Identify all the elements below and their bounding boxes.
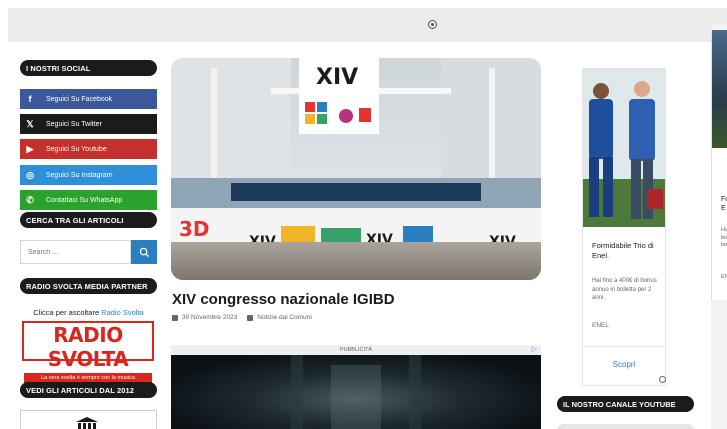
whatsapp-icon: ✆ bbox=[26, 194, 34, 205]
facebook-icon: f bbox=[28, 94, 32, 104]
search-button[interactable] bbox=[131, 240, 157, 264]
facebook-label: Seguici Su Facebook bbox=[46, 95, 113, 103]
adchoices-icon[interactable] bbox=[659, 376, 666, 383]
search-icon bbox=[139, 247, 149, 257]
radio-svolta-logo[interactable]: RADIO SVOLTA La vera svolta è sempre con… bbox=[22, 321, 154, 383]
enel-ad-card[interactable] bbox=[582, 68, 666, 386]
search-header: CERCA TRA GLI ARTICOLI bbox=[20, 212, 157, 228]
ad-label-text: PUBBLICITÀ bbox=[339, 347, 373, 353]
twitter-label: Seguici Su Twitter bbox=[46, 120, 102, 128]
x-twitter-icon: 𝕏 bbox=[26, 118, 34, 129]
youtube-label: Seguici Su Youtube bbox=[46, 145, 107, 153]
archive-widget[interactable] bbox=[20, 410, 157, 429]
banner-xiv: XIV bbox=[316, 65, 358, 90]
youtube-icon: ▶ bbox=[26, 143, 34, 154]
congress-hall-photo: XIV 3D XIV XIV XIV bbox=[171, 58, 541, 280]
partner-intro: Clicca per ascoltare Radio Svolta bbox=[20, 308, 157, 317]
video-ad[interactable] bbox=[171, 355, 541, 429]
enel-ad-brand: ENEL bbox=[592, 322, 609, 329]
side-ad-image bbox=[712, 30, 727, 148]
partner-header: RADIO SVOLTA MEDIA PARTNER bbox=[20, 278, 157, 294]
facebook-button[interactable]: f Seguici Su Facebook bbox=[20, 89, 157, 109]
youtube-embed[interactable] bbox=[557, 424, 694, 429]
whatsapp-label: Contattaci Su WhatsApp bbox=[46, 196, 123, 204]
ad-label: PUBBLICITÀ ▷ bbox=[171, 345, 541, 355]
scopri-button[interactable]: Scopri bbox=[582, 360, 666, 369]
twitter-button[interactable]: 𝕏 Seguici Su Twitter bbox=[20, 114, 157, 134]
enel-ad-title[interactable]: Formidabile Trio di Enel. bbox=[592, 241, 662, 261]
top-ad-banner[interactable] bbox=[8, 8, 727, 42]
side-ad-title: FoE bbox=[721, 196, 727, 212]
search-input[interactable] bbox=[20, 240, 131, 264]
article-title[interactable]: XIV congresso nazionale IGIBD bbox=[172, 291, 395, 308]
youtube-button[interactable]: ▶ Seguici Su Youtube bbox=[20, 139, 157, 159]
svg-text:3D: 3D bbox=[179, 217, 210, 241]
side-ad-brand: EN bbox=[721, 274, 727, 280]
side-ad-card[interactable]: FoE Habobo EN bbox=[711, 30, 727, 300]
enel-ad-image bbox=[583, 69, 665, 227]
adchoices-icon[interactable] bbox=[428, 20, 437, 29]
search-form bbox=[20, 240, 157, 264]
article-date: 30 Novembre 2023 bbox=[182, 314, 238, 321]
enel-ad-description: Hai fino a 400€ di bonus annuo in bollet… bbox=[592, 278, 657, 301]
calendar-icon bbox=[172, 314, 178, 321]
side-ad-description: Habobo bbox=[721, 227, 727, 248]
folder-icon bbox=[247, 314, 254, 321]
radio-logo-text: RADIO SVOLTA bbox=[47, 323, 129, 371]
bank-icon bbox=[76, 417, 98, 429]
youtube-channel-header: IL NOSTRO CANALE YOUTUBE bbox=[557, 396, 694, 412]
adchoices-play-icon[interactable]: ▷ bbox=[532, 346, 537, 354]
article-hero-image[interactable]: XIV 3D XIV XIV XIV bbox=[171, 58, 541, 280]
whatsapp-button[interactable]: ✆ Contattaci Su WhatsApp bbox=[20, 190, 157, 210]
article-meta: 30 Novembre 2023 Notizie dai Comuni bbox=[172, 314, 312, 321]
archive-header: VEDI GLI ARTICOLI DAL 2012 bbox=[20, 382, 157, 398]
article-category[interactable]: Notizie dai Comuni bbox=[257, 314, 312, 321]
instagram-button[interactable]: ◎ Seguici Su Instagram bbox=[20, 165, 157, 185]
video-ad-frame bbox=[291, 355, 421, 429]
partner-intro-text: Clicca per ascoltare bbox=[33, 308, 100, 317]
radio-svolta-link[interactable]: Radio Svolta bbox=[101, 308, 144, 317]
instagram-label: Seguici Su Instagram bbox=[46, 171, 113, 179]
ad-divider bbox=[582, 346, 666, 347]
instagram-icon: ◎ bbox=[26, 169, 34, 180]
page: I NOSTRI SOCIAL f Seguici Su Facebook 𝕏 … bbox=[0, 0, 727, 429]
social-header: I NOSTRI SOCIAL bbox=[20, 60, 157, 76]
